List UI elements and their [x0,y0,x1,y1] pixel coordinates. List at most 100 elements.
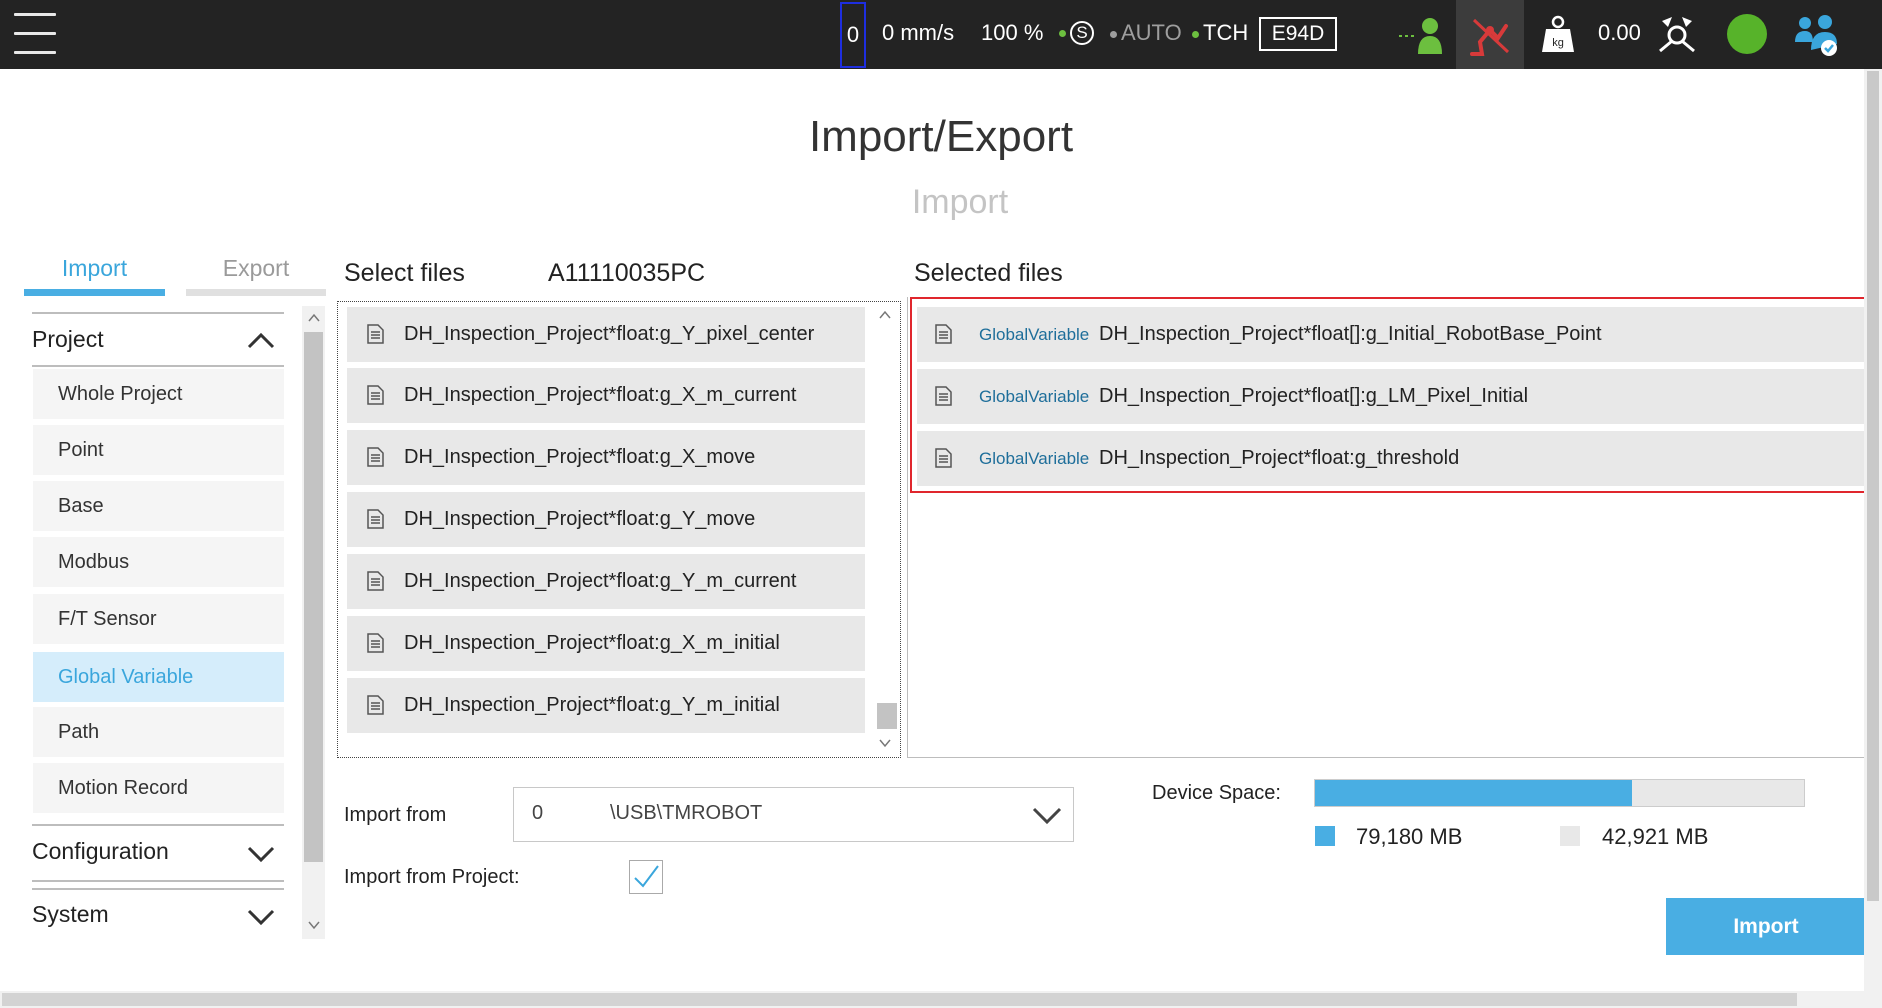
page-horizontal-scroll-thumb[interactable] [2,993,1797,1006]
page-vertical-scroll-thumb[interactable] [1867,71,1879,901]
mode-label: AUTO [1121,20,1182,45]
page-subtitle: Import [911,183,1009,221]
scroll-down-icon[interactable] [879,737,891,749]
import-from-project-label: Import from Project: [344,866,520,888]
sidebar-item-motion-record[interactable]: Motion Record [33,763,284,813]
file-type-label: GlobalVariable [979,449,1090,468]
files-scroll-thumb[interactable] [877,703,897,729]
document-icon [935,324,952,344]
import-from-project-checkbox[interactable] [629,860,663,894]
safety-indicator: S [1059,19,1094,46]
speed-setting[interactable]: 0 [840,2,866,68]
document-icon [367,385,384,405]
sidebar-section-project[interactable]: Project [32,326,284,356]
user-group-icon[interactable] [1793,12,1839,58]
chevron-up-icon [247,332,275,349]
status-dot [1110,30,1117,38]
file-name: DH_Inspection_Project*float:g_Y_m_initia… [404,694,780,716]
sidebar-item-whole-project[interactable]: Whole Project [33,369,284,419]
document-icon [367,447,384,467]
import-button[interactable]: Import [1666,898,1866,955]
sidebar-divider [32,824,284,826]
file-name: DH_Inspection_Project*float[]:g_LM_Pixel… [1099,385,1529,407]
selected-file-row[interactable]: GlobalVariable DH_Inspection_Project*flo… [917,369,1865,424]
sidebar-item-ft-sensor[interactable]: F/T Sensor [33,594,284,644]
page-vertical-scrollbar[interactable] [1864,69,1882,991]
sidebar-item-global-variable[interactable]: Global Variable [33,652,284,702]
status-light-icon[interactable] [1727,14,1767,54]
sidebar-section-system[interactable]: System [32,901,284,931]
document-icon [935,386,952,406]
chevron-down-icon [247,909,275,926]
safety-s-icon: S [1070,21,1094,46]
device-space-label: Device Space: [1152,782,1281,804]
page-title: Import/Export [808,112,1074,161]
tch-indicator: TCH [1192,20,1248,46]
sidebar-item-point[interactable]: Point [33,425,284,475]
file-name: DH_Inspection_Project*float:g_X_m_initia… [404,632,780,654]
user-login-icon[interactable] [1397,14,1445,56]
chevron-down-icon [1032,807,1062,825]
free-space-value: 42,921 MB [1602,824,1709,849]
device-space-used-fill [1315,780,1632,806]
hamburger-menu-icon[interactable] [14,13,56,55]
sidebar-item-modbus[interactable]: Modbus [33,537,284,587]
file-name: DH_Inspection_Project*float:g_Y_pixel_ce… [404,323,815,345]
select-files-label: Select files [344,259,465,287]
drive-index: 0 [532,802,544,824]
scroll-up-icon[interactable] [308,312,320,324]
file-row[interactable]: DH_Inspection_Project*float:g_Y_pixel_ce… [347,307,865,362]
file-row[interactable]: DH_Inspection_Project*float:g_X_m_initia… [347,616,865,671]
speed-percent[interactable]: 100 % [981,20,1043,46]
chevron-down-icon [247,846,275,863]
payload-weight-icon[interactable]: kg [1541,15,1575,53]
sidebar-item-base[interactable]: Base [33,481,284,531]
selected-files-label: Selected files [914,259,1063,287]
file-name: DH_Inspection_Project*float:g_Y_m_curren… [404,570,797,592]
robot-stick-icon[interactable] [1656,13,1698,55]
device-space-bar [1314,779,1805,807]
section-label: System [32,901,109,927]
file-name: DH_Inspection_Project*float:g_X_move [404,446,756,468]
checkmark-icon [634,865,659,888]
sidebar-scrollbar[interactable] [302,306,325,939]
section-label: Project [32,326,104,352]
tch-label: TCH [1203,20,1249,45]
robot-error-icon[interactable] [1466,14,1514,56]
auto-mode-indicator: AUTO [1110,20,1182,46]
import-source-dropdown[interactable]: 0 \USB\TMROBOT [513,787,1074,842]
used-space-value: 79,180 MB [1356,824,1463,849]
file-row[interactable]: DH_Inspection_Project*float:g_Y_m_initia… [347,678,865,733]
section-label: Configuration [32,838,169,864]
file-row[interactable]: DH_Inspection_Project*float:g_X_m_curren… [347,368,865,423]
document-icon [367,695,384,715]
file-name: DH_Inspection_Project*float:g_Y_move [404,508,756,530]
file-row[interactable]: DH_Inspection_Project*float:g_X_move [347,430,865,485]
file-row[interactable]: DH_Inspection_Project*float:g_Y_m_curren… [347,554,865,609]
speed-readout: 0 mm/s [882,20,955,45]
tab-export[interactable]: Export [186,255,326,282]
top-bar: 0 0 mm/s 100 % S AUTO TCH E94D kg 0.00 [0,0,1882,69]
sidebar-section-configuration[interactable]: Configuration [32,838,284,868]
page-horizontal-scrollbar[interactable] [0,991,1882,1008]
scroll-down-icon[interactable] [308,919,320,931]
sidebar-divider [32,880,284,882]
free-legend-swatch [1560,826,1580,846]
files-scrollbar[interactable] [873,305,897,755]
file-row[interactable]: DH_Inspection_Project*float:g_Y_move [347,492,865,547]
file-type-label: GlobalVariable [979,387,1090,406]
project-code-badge[interactable]: E94D [1259,17,1337,51]
sidebar-scroll-thumb[interactable] [304,332,323,862]
tab-import[interactable]: Import [24,255,165,282]
document-icon [367,633,384,653]
sidebar-divider [32,365,284,367]
selected-file-row[interactable]: GlobalVariable DH_Inspection_Project*flo… [917,431,1865,486]
sidebar-divider [32,888,284,890]
sidebar-item-path[interactable]: Path [33,707,284,757]
status-dot [1192,30,1199,38]
source-path: \USB\TMROBOT [610,802,763,824]
scroll-up-icon[interactable] [879,309,891,321]
tab-import-underline [24,289,165,296]
document-icon [935,448,952,468]
selected-file-row[interactable]: GlobalVariable DH_Inspection_Project*flo… [917,307,1865,362]
